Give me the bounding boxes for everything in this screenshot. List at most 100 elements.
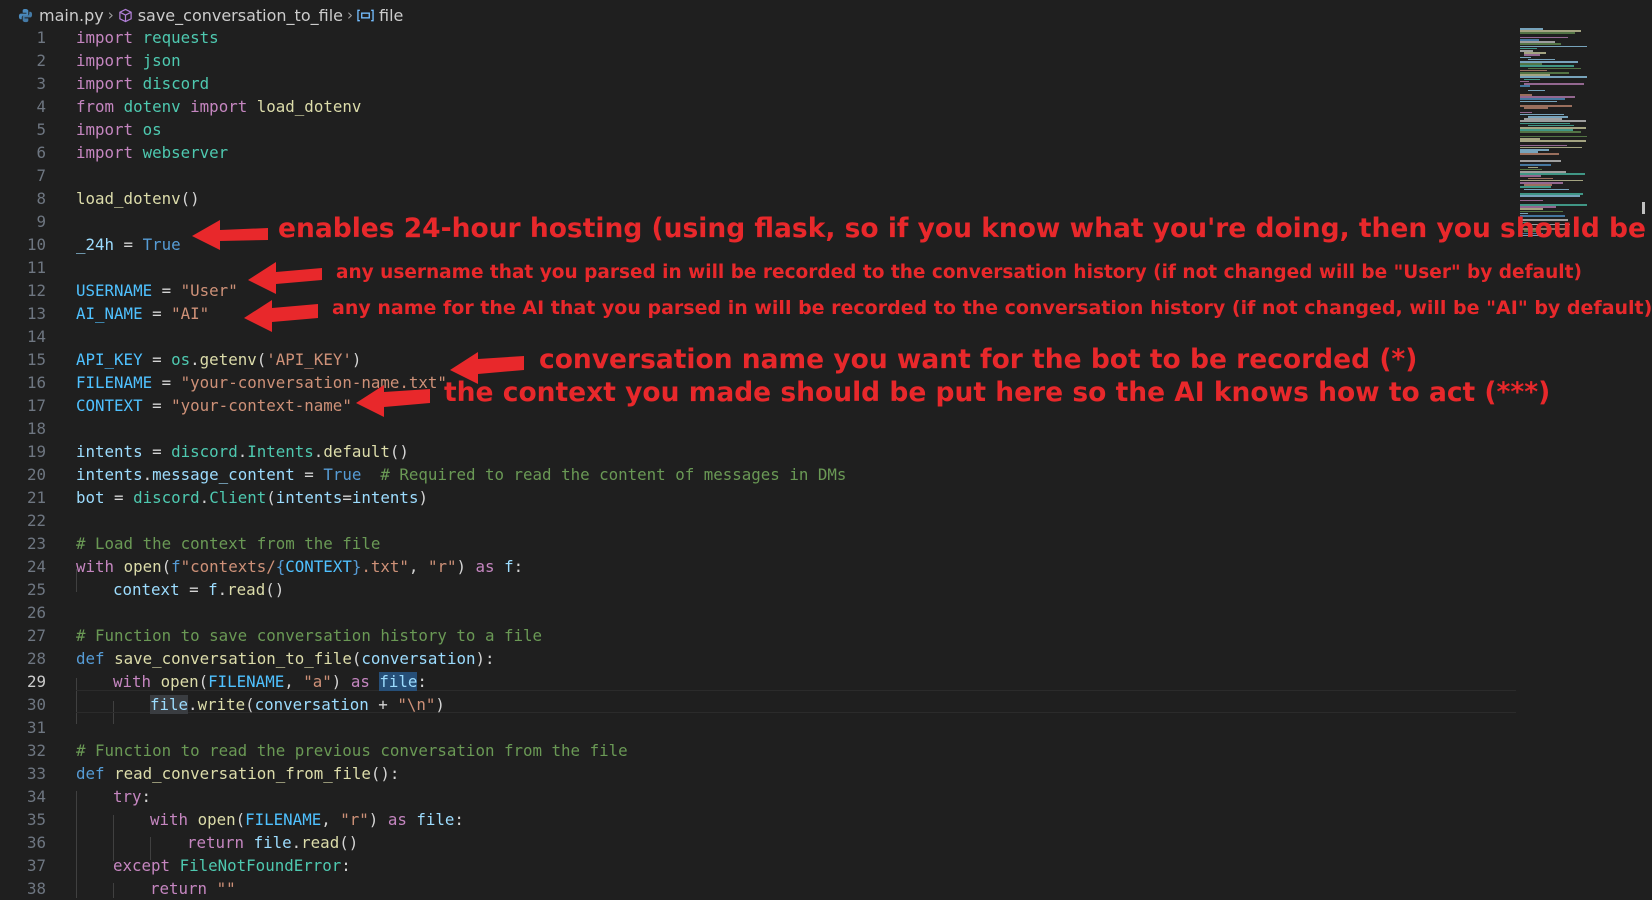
- code-line: 33 def read_conversation_from_file():: [0, 762, 1520, 785]
- line-number: 13: [26, 304, 46, 323]
- minimap-line: [1520, 131, 1581, 133]
- line-number: 1: [36, 28, 46, 47]
- line-number: 14: [26, 327, 46, 346]
- symbol-occurrence[interactable]: file: [150, 695, 189, 714]
- line-number: 11: [26, 258, 46, 277]
- python-file-icon: [18, 8, 33, 22]
- line-number: 24: [26, 557, 46, 576]
- line-number: 3: [36, 74, 46, 93]
- breadcrumb-symbol[interactable]: file: [357, 6, 403, 25]
- line-number: 34: [26, 787, 46, 806]
- line-number: 38: [26, 879, 46, 898]
- minimap-line: [1520, 199, 1543, 202]
- line-number: 26: [26, 603, 46, 622]
- chevron-right-icon: ›: [346, 6, 353, 24]
- code-line: 29 with open(FILENAME, "a") as file:: [0, 670, 1520, 693]
- line-number: 7: [36, 166, 46, 185]
- annotation-arrow-icon: [248, 262, 322, 294]
- line-number: 37: [26, 856, 46, 875]
- line-number: 30: [26, 695, 46, 714]
- minimap-line: [1524, 188, 1569, 191]
- line-number: 19: [26, 442, 46, 461]
- line-number: 18: [26, 419, 46, 438]
- code-line: 7: [0, 164, 1520, 187]
- minimap-line: [1520, 153, 1559, 155]
- code-line: 4 from dotenv import load_dotenv: [0, 95, 1520, 118]
- line-number: 15: [26, 350, 46, 369]
- line-number: 33: [26, 764, 46, 783]
- selected-symbol[interactable]: file: [379, 672, 418, 691]
- minimap[interactable]: [1520, 28, 1640, 238]
- annotation-username: any username that you parsed in will be …: [336, 262, 1582, 283]
- annotation-filename: conversation name you want for the bot t…: [539, 344, 1418, 375]
- annotation-arrow-icon: [192, 220, 268, 250]
- breadcrumb-function-label: save_conversation_to_file: [137, 5, 343, 25]
- breadcrumb-file[interactable]: main.py: [18, 6, 104, 25]
- line-number: 23: [26, 534, 46, 553]
- annotation-ai-name: any name for the AI that you parsed in w…: [332, 297, 1652, 319]
- line-number: 22: [26, 511, 46, 530]
- code-line: 18: [0, 417, 1520, 440]
- annotation-arrow-icon: [356, 385, 430, 417]
- minimap-line: [1520, 85, 1531, 87]
- line-number: 17: [26, 396, 46, 415]
- variable-icon: [357, 9, 374, 21]
- code-line: 21 bot = discord.Client(intents=intents): [0, 486, 1520, 509]
- line-number: 10: [26, 235, 46, 254]
- code-line: 3 import discord: [0, 72, 1520, 95]
- code-line: 20 intents.message_content = True # Requi…: [0, 463, 1520, 486]
- line-number: 12: [26, 281, 46, 300]
- minimap-line: [1520, 100, 1557, 103]
- line-number: 35: [26, 810, 46, 829]
- code-line: 23 # Load the context from the file: [0, 532, 1520, 555]
- minimap-line: [1528, 89, 1545, 92]
- minimap-line: [1524, 83, 1585, 85]
- annotation-24h-hosting: enables 24-hour hosting (using flask, so…: [278, 213, 1652, 244]
- line-number: 28: [26, 649, 46, 668]
- code-line: 25 context = f.read(): [0, 578, 1520, 601]
- code-line: 19 intents = discord.Intents.default(): [0, 440, 1520, 463]
- line-number: 25: [26, 580, 46, 599]
- line-number: 4: [36, 97, 46, 116]
- line-number: 6: [36, 143, 46, 162]
- code-editor[interactable]: 1 import requests 2 import json 3 import di…: [0, 28, 1652, 900]
- code-line: 26: [0, 601, 1520, 624]
- chevron-right-icon: ›: [107, 6, 114, 24]
- code-line: 27 # Function to save conversation histor…: [0, 624, 1520, 647]
- code-line: 35 with open(FILENAME, "r") as file:: [0, 808, 1520, 831]
- code-line: 22: [0, 509, 1520, 532]
- annotation-context: the context you made should be put here …: [444, 377, 1551, 408]
- breadcrumb-file-label: main.py: [39, 5, 104, 25]
- line-number: 5: [36, 120, 46, 139]
- annotation-arrow-icon: [244, 300, 318, 332]
- code-line: 34 try:: [0, 785, 1520, 808]
- minimap-line: [1520, 140, 1586, 142]
- breadcrumb-function[interactable]: save_conversation_to_file: [118, 6, 343, 25]
- minimap-line: [1524, 107, 1549, 109]
- code-line: 38 return "": [0, 877, 1520, 900]
- code-line: 6 import webserver: [0, 141, 1520, 164]
- code-line: 32 # Function to read the previous conver…: [0, 739, 1520, 762]
- minimap-line: [1520, 160, 1562, 162]
- line-number: 29: [26, 672, 46, 691]
- code-line: 28 def save_conversation_to_file(conversa…: [0, 647, 1520, 670]
- minimap-line: [1520, 195, 1580, 197]
- line-number: 16: [26, 373, 46, 392]
- line-number: 8: [36, 189, 46, 208]
- code-line: 31: [0, 716, 1520, 739]
- line-number: 21: [26, 488, 46, 507]
- code-line: 1 import requests: [0, 26, 1520, 49]
- code-line: 5 import os: [0, 118, 1520, 141]
- line-number: 36: [26, 833, 46, 852]
- line-number: 9: [36, 212, 46, 231]
- code-line: 30 file.write(conversation + "\n"): [0, 693, 1520, 716]
- line-number: 27: [26, 626, 46, 645]
- method-cube-icon: [118, 8, 132, 22]
- line-number: 32: [26, 741, 46, 760]
- code-line: 37 except FileNotFoundError:: [0, 854, 1520, 877]
- minimap-line: [1520, 32, 1575, 34]
- line-number: 2: [36, 51, 46, 70]
- line-number: 20: [26, 465, 46, 484]
- code-line: 24 with open(f"contexts/{CONTEXT}.txt", "…: [0, 555, 1520, 578]
- line-number: 31: [26, 718, 46, 737]
